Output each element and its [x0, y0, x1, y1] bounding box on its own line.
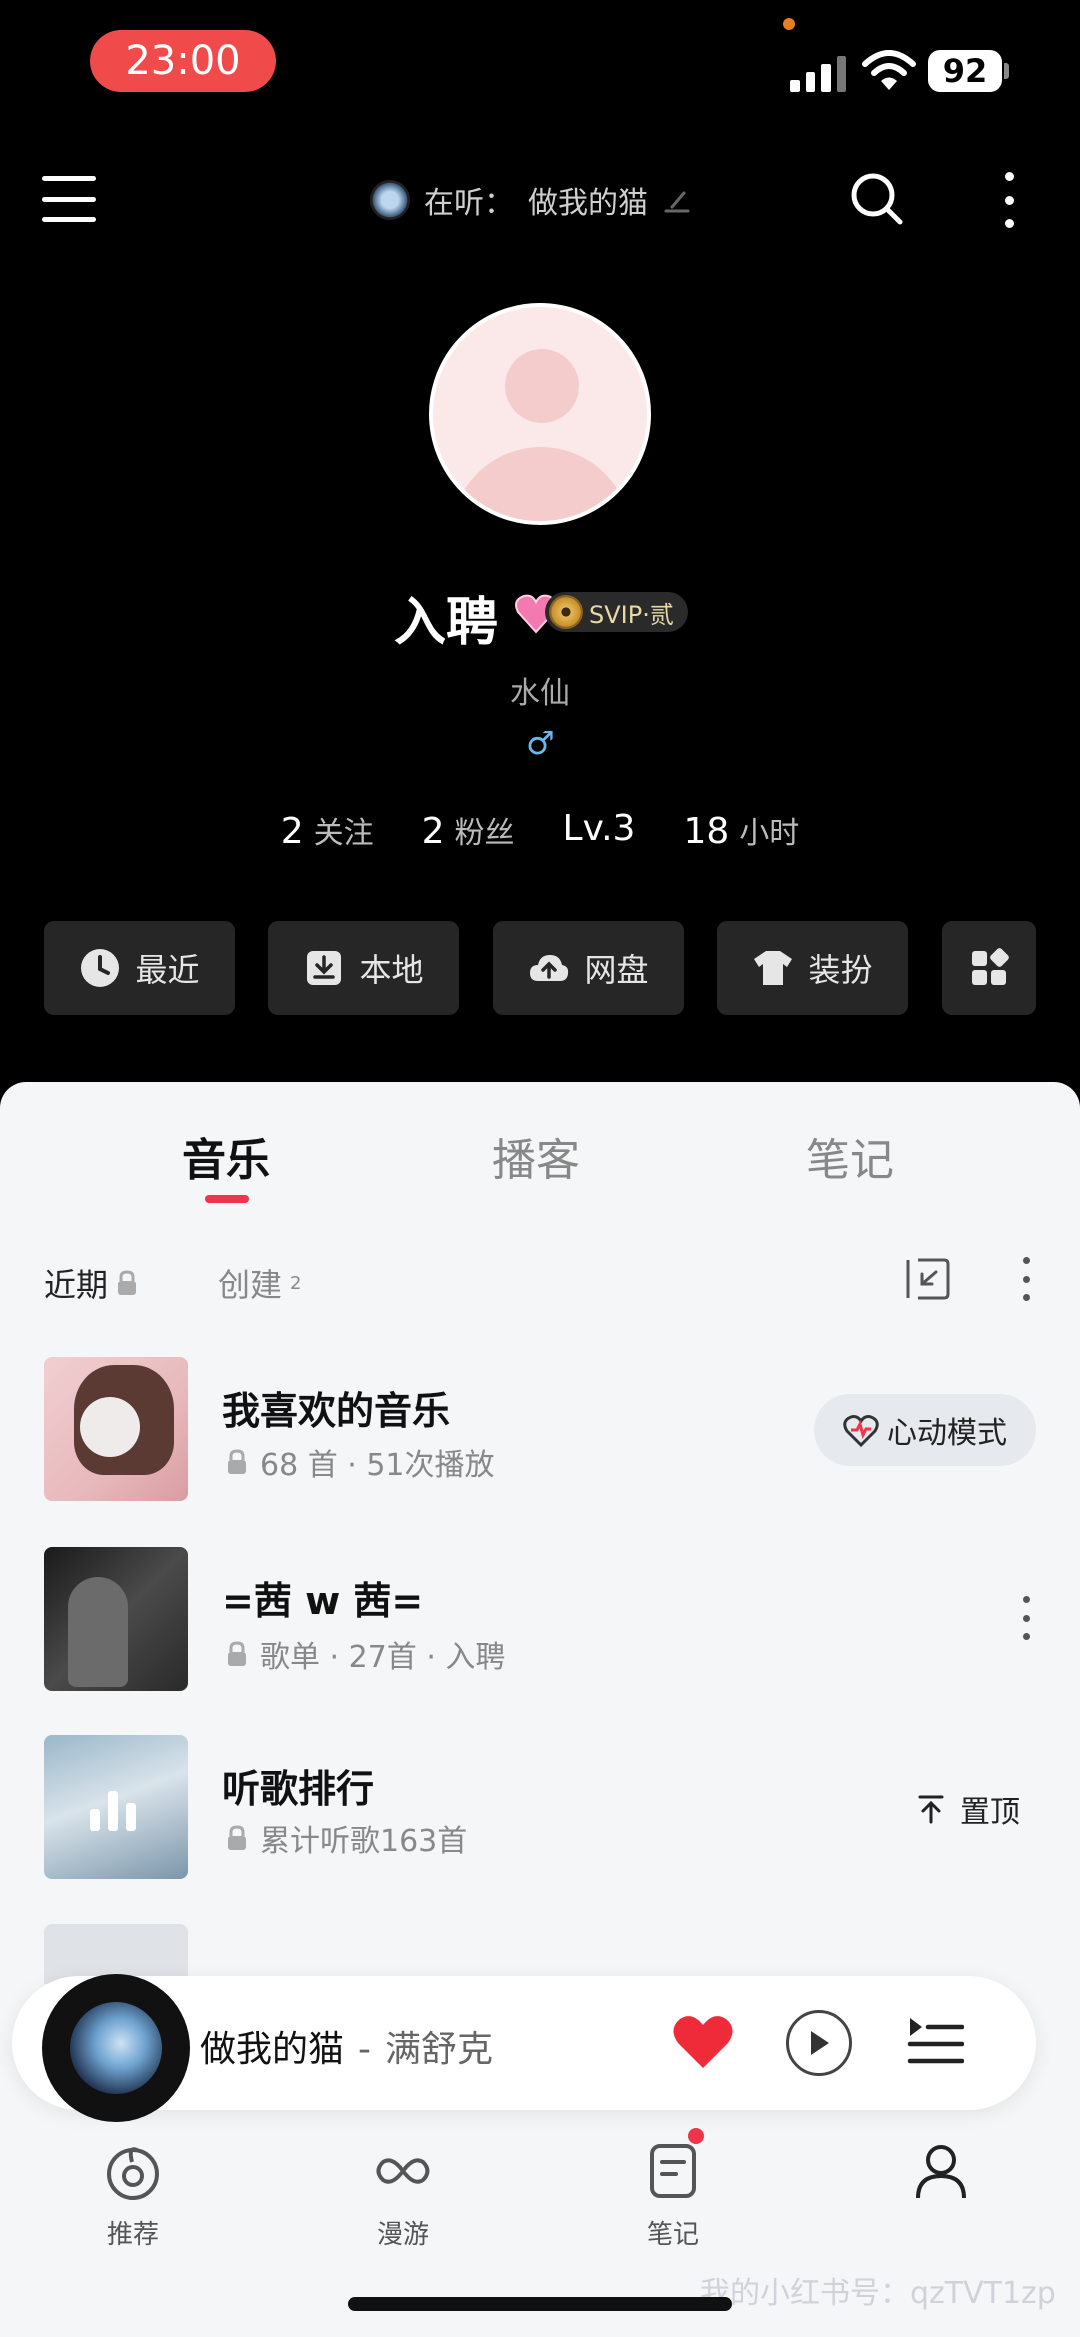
nav-recommend[interactable]: 推荐 [73, 2140, 193, 2251]
play-icon [811, 2031, 829, 2055]
netease-logo-icon [107, 2147, 159, 2200]
profile-stats: 2 关注 2 粉丝 Lv.3 18 小时 [0, 808, 1080, 852]
now-playing-disc-icon [370, 180, 410, 220]
cloud-upload-icon [530, 955, 569, 981]
now-playing-song: 做我的猫 [528, 186, 648, 221]
infinity-icon [376, 2158, 430, 2184]
signature: 水仙 [510, 676, 570, 711]
nav-notes[interactable]: 笔记 [613, 2140, 733, 2251]
menu-icon[interactable] [42, 176, 96, 222]
stat-level[interactable]: Lv.3 [563, 808, 636, 852]
lock-icon [118, 1270, 137, 1295]
tab-underline [205, 1195, 249, 1203]
stat-listening-hours[interactable]: 18 小时 [683, 808, 799, 852]
vip-badge[interactable]: SVIP·贰 [545, 592, 688, 632]
play-button[interactable] [786, 2010, 852, 2076]
grid-icon [972, 948, 1009, 985]
person-icon [916, 2145, 966, 2199]
player-song-info[interactable]: 做我的猫 - 满舒克 [200, 2020, 493, 2072]
playlist-meta: 68 首 · 51次播放 [226, 1440, 495, 1484]
home-indicator[interactable] [348, 2297, 732, 2311]
lock-icon [228, 1825, 246, 1850]
playlist-cover[interactable] [44, 1357, 188, 1501]
shirt-icon [754, 951, 793, 985]
tab-notes[interactable]: 笔记 [806, 1124, 894, 1188]
pin-to-top-button[interactable]: 置顶 [918, 1787, 1020, 1831]
heart-icon[interactable] [672, 2013, 734, 2071]
nav-roam[interactable]: 漫游 [343, 2140, 463, 2251]
playlist-queue-icon[interactable] [906, 2014, 964, 2070]
heart-pulse-icon [843, 1415, 879, 1447]
privacy-indicator-dot [783, 18, 795, 30]
shortcut-dress-up[interactable]: 装扮 [717, 921, 908, 1015]
mini-player[interactable] [12, 1974, 1036, 2122]
battery-tip [1004, 63, 1009, 79]
player-artist: 满舒克 [385, 2029, 494, 2070]
tab-podcast[interactable]: 播客 [492, 1124, 580, 1188]
nav-profile[interactable] [881, 2140, 1001, 2214]
search-icon[interactable] [848, 170, 904, 226]
shortcut-recent[interactable]: 最近 [44, 921, 235, 1015]
now-playing-label: 在听： [424, 186, 514, 221]
shortcut-more[interactable] [942, 921, 1036, 1015]
heart-mode-button[interactable]: 心动模式 [814, 1394, 1036, 1466]
note-icon [650, 2144, 696, 2198]
pin-top-icon [918, 1795, 944, 1824]
player-song-title: 做我的猫 [200, 2029, 345, 2070]
clock-icon [81, 949, 120, 987]
username[interactable]: 入聘 [394, 580, 498, 655]
shortcut-local[interactable]: 本地 [268, 921, 459, 1015]
playlist-cover[interactable] [44, 1735, 188, 1879]
watermark-text: 我的小红书号：qzTVT1zp [700, 2276, 1056, 2311]
shortcut-cloud[interactable]: 网盘 [493, 921, 684, 1015]
edit-icon [664, 191, 690, 213]
playlist-meta: 歌单 · 27首 · 入聘 [226, 1632, 505, 1676]
player-separator: - [358, 2029, 372, 2070]
download-icon [307, 951, 342, 985]
now-playing-indicator[interactable]: 在听： 做我的猫 [370, 176, 692, 224]
cellular-signal-icon [790, 52, 846, 92]
tab-music[interactable]: 音乐 [182, 1124, 270, 1188]
playlist-title[interactable]: 听歌排行 [222, 1758, 374, 1813]
wifi-icon [862, 50, 916, 90]
more-options-icon[interactable] [1021, 1257, 1031, 1301]
lock-icon [228, 1641, 246, 1666]
vip-disc-icon [549, 595, 583, 629]
notification-dot [686, 2126, 706, 2146]
avatar[interactable] [429, 303, 651, 525]
status-time: 23:00 [90, 30, 276, 92]
more-options-icon[interactable] [1003, 172, 1015, 228]
stat-following[interactable]: 2 关注 [281, 808, 374, 852]
filter-recent[interactable]: 近期 [44, 1260, 138, 1306]
playlist-meta: 累计听歌163首 [226, 1816, 467, 1860]
male-gender-icon: ♂ [526, 724, 555, 762]
playlist-more-icon[interactable] [1021, 1596, 1031, 1640]
playlist-title[interactable]: 我喜欢的音乐 [222, 1380, 450, 1435]
player-disc[interactable] [42, 1974, 190, 2122]
playlist-cover[interactable] [44, 1547, 188, 1691]
import-icon[interactable] [904, 1256, 950, 1302]
lock-icon [228, 1449, 246, 1474]
vip-label: SVIP·贰 [589, 600, 674, 629]
filter-created[interactable]: 创建 2 [218, 1260, 301, 1306]
battery-level: 92 [928, 50, 1002, 92]
stat-followers[interactable]: 2 粉丝 [422, 808, 515, 852]
playlist-title[interactable]: =茜 w 茜= [222, 1570, 423, 1625]
